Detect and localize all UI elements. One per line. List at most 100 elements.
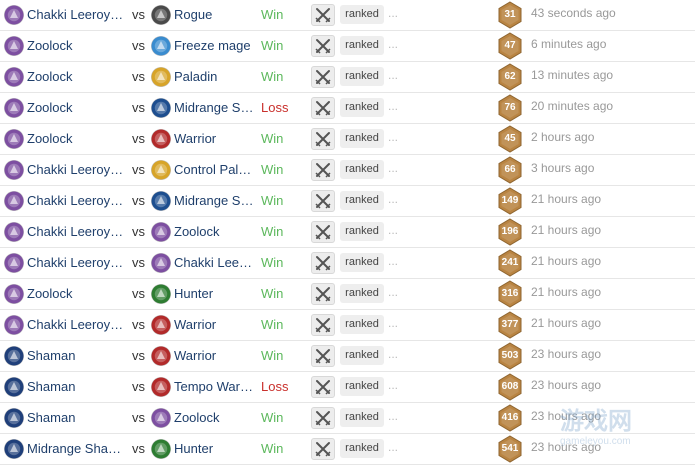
opponent-deck-link[interactable]: Freeze mage <box>174 38 256 53</box>
result-label: Win <box>261 317 284 332</box>
player-deck-link[interactable]: Zoolock <box>27 131 127 146</box>
vs-label: vs <box>132 317 145 332</box>
player-deck-link[interactable]: Chakki Leeroy… <box>27 7 127 22</box>
watermark: 游戏网 gameleyou.com <box>560 408 690 458</box>
crossed-swords-icon <box>311 35 335 57</box>
opponent-deck-link[interactable]: Rogue <box>174 7 256 22</box>
result-label: Win <box>261 348 284 363</box>
opponent-deck-link[interactable]: Warrior <box>174 131 256 146</box>
match-row[interactable]: Chakki Leeroy… vs Midrange S… Win ranked..… <box>0 186 695 217</box>
more-options-button[interactable]: ... <box>388 68 398 82</box>
more-options-button[interactable]: ... <box>388 316 398 330</box>
warrior-icon <box>151 377 171 397</box>
rogue-icon <box>151 5 171 25</box>
opponent-deck-link[interactable]: Warrior <box>174 348 256 363</box>
more-options-button[interactable]: ... <box>388 378 398 392</box>
player-deck-link[interactable]: Chakki Leeroy… <box>27 224 127 239</box>
turns-hex-badge: 196 <box>498 218 522 246</box>
player-deck-link[interactable]: Midrange Sha… <box>27 441 127 456</box>
more-options-button[interactable]: ... <box>388 254 398 268</box>
player-deck-link[interactable]: Shaman <box>27 348 127 363</box>
turns-hex-badge: 416 <box>498 404 522 432</box>
player-deck-link[interactable]: Zoolock <box>27 69 127 84</box>
opponent-deck-link[interactable]: Control Pal… <box>174 162 256 177</box>
mode-badge: ranked <box>340 98 384 117</box>
opponent-deck-link[interactable]: Chakki Lee… <box>174 255 256 270</box>
vs-label: vs <box>132 348 145 363</box>
vs-label: vs <box>132 100 145 115</box>
match-row[interactable]: Chakki Leeroy… vs Chakki Lee… Win ranked..… <box>0 248 695 279</box>
match-row[interactable]: Chakki Leeroy… vs Warrior Win ranked... 37… <box>0 310 695 341</box>
warlock-icon <box>4 36 24 56</box>
turns-hex-badge: 45 <box>498 125 522 153</box>
opponent-deck-link[interactable]: Zoolock <box>174 410 256 425</box>
match-row[interactable]: Zoolock vs Hunter Win ranked... 316 21 hour… <box>0 279 695 310</box>
match-row[interactable]: Zoolock vs Paladin Win ranked... 62 13 minu… <box>0 62 695 93</box>
vs-label: vs <box>132 286 145 301</box>
turns-hex-badge: 62 <box>498 63 522 91</box>
turns-count: 608 <box>501 381 519 392</box>
crossed-swords-icon <box>311 283 335 305</box>
more-options-button[interactable]: ... <box>388 99 398 113</box>
turns-hex-badge: 541 <box>498 435 522 463</box>
more-options-button[interactable]: ... <box>388 6 398 20</box>
more-options-button[interactable]: ... <box>388 192 398 206</box>
player-deck-link[interactable]: Chakki Leeroy… <box>27 193 127 208</box>
result-label: Loss <box>261 100 289 115</box>
warlock-icon <box>4 129 24 149</box>
result-label: Win <box>261 441 284 456</box>
hunter-icon <box>151 284 171 304</box>
result-label: Win <box>261 7 284 22</box>
mode-badge: ranked <box>340 222 384 241</box>
player-deck-link[interactable]: Zoolock <box>27 286 127 301</box>
mode-badge: ranked <box>340 284 384 303</box>
more-options-button[interactable]: ... <box>388 223 398 237</box>
opponent-deck-link[interactable]: Tempo War… <box>174 379 256 394</box>
warlock-icon <box>4 160 24 180</box>
match-row[interactable]: Shaman vs Warrior Win ranked... 503 23 hour… <box>0 341 695 372</box>
more-options-button[interactable]: ... <box>388 347 398 361</box>
match-row[interactable]: Chakki Leeroy… vs Rogue Win ranked... 31 43… <box>0 0 695 31</box>
more-options-button[interactable]: ... <box>388 285 398 299</box>
turns-count: 416 <box>501 412 519 423</box>
more-options-button[interactable]: ... <box>388 161 398 175</box>
more-options-button[interactable]: ... <box>388 409 398 423</box>
player-deck-link[interactable]: Chakki Leeroy… <box>27 162 127 177</box>
player-deck-link[interactable]: Shaman <box>27 410 127 425</box>
turns-count: 541 <box>501 443 519 454</box>
more-options-button[interactable]: ... <box>388 37 398 51</box>
result-label: Win <box>261 69 284 84</box>
match-row[interactable]: Zoolock vs Freeze mage Win ranked... 47 6 m… <box>0 31 695 62</box>
mode-badge: ranked <box>340 346 384 365</box>
vs-label: vs <box>132 131 145 146</box>
match-row[interactable]: Zoolock vs Midrange S… Loss ranked... 76 20… <box>0 93 695 124</box>
match-history-list: Chakki Leeroy… vs Rogue Win ranked... 31 43… <box>0 0 695 465</box>
player-deck-link[interactable]: Zoolock <box>27 38 127 53</box>
result-label: Win <box>261 255 284 270</box>
crossed-swords-icon <box>311 221 335 243</box>
more-options-button[interactable]: ... <box>388 440 398 454</box>
player-deck-link[interactable]: Zoolock <box>27 100 127 115</box>
match-row[interactable]: Chakki Leeroy… vs Control Pal… Win ranked.… <box>0 155 695 186</box>
opponent-deck-link[interactable]: Paladin <box>174 69 256 84</box>
turns-hex-badge: 503 <box>498 342 522 370</box>
more-options-button[interactable]: ... <box>388 130 398 144</box>
turns-hex-badge: 241 <box>498 249 522 277</box>
opponent-deck-link[interactable]: Midrange S… <box>174 100 256 115</box>
timestamp: 23 hours ago <box>531 378 602 392</box>
player-deck-link[interactable]: Chakki Leeroy… <box>27 317 127 332</box>
match-row[interactable]: Zoolock vs Warrior Win ranked... 45 2 hours… <box>0 124 695 155</box>
match-row[interactable]: Shaman vs Tempo War… Loss ranked... 608 23 … <box>0 372 695 403</box>
turns-hex-badge: 608 <box>498 373 522 401</box>
turns-hex-badge: 31 <box>498 1 522 29</box>
turns-hex-badge: 76 <box>498 94 522 122</box>
match-row[interactable]: Chakki Leeroy… vs Zoolock Win ranked... 19… <box>0 217 695 248</box>
crossed-swords-icon <box>311 4 335 26</box>
opponent-deck-link[interactable]: Midrange S… <box>174 193 256 208</box>
player-deck-link[interactable]: Shaman <box>27 379 127 394</box>
opponent-deck-link[interactable]: Zoolock <box>174 224 256 239</box>
opponent-deck-link[interactable]: Warrior <box>174 317 256 332</box>
player-deck-link[interactable]: Chakki Leeroy… <box>27 255 127 270</box>
opponent-deck-link[interactable]: Hunter <box>174 441 256 456</box>
opponent-deck-link[interactable]: Hunter <box>174 286 256 301</box>
